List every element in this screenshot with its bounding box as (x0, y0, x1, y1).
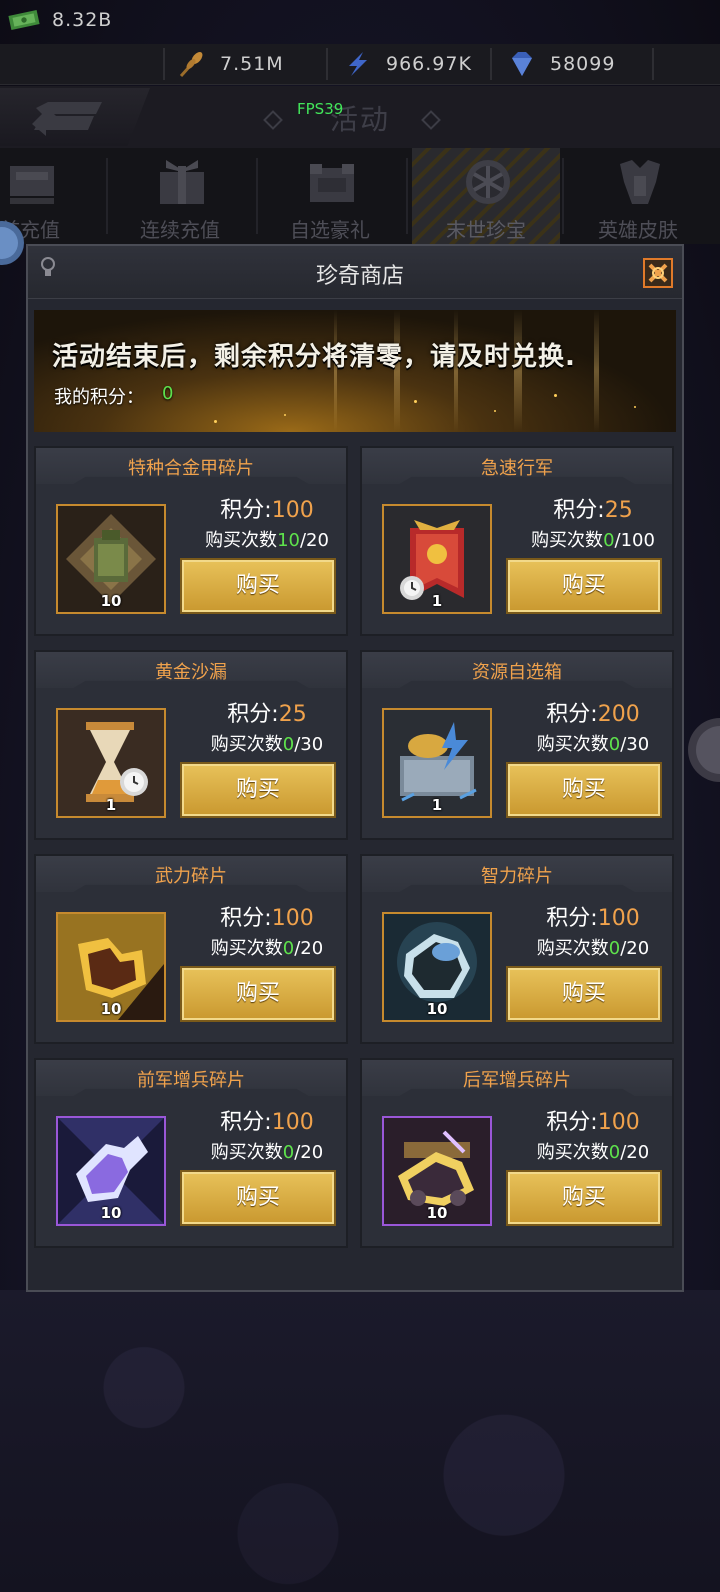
tab-hero-skin[interactable]: 英雄皮肤 (564, 148, 712, 244)
tab-label: 连续充值 (140, 218, 220, 242)
item-icon-frame[interactable]: 10 (382, 1116, 492, 1226)
wheat-value: 7.51M (220, 53, 284, 75)
item-purchase-limit: 购买次数0/20 (210, 938, 324, 959)
buy-button[interactable]: 购买 (180, 762, 336, 818)
item-icon-frame[interactable]: 1 (382, 708, 492, 818)
diamond-icon (504, 51, 540, 77)
item-purchase-limit: 购买次数0/30 (536, 734, 650, 755)
notice-text: 活动结束后，剩余积分将清零，请及时兑换. (52, 342, 576, 372)
close-icon (643, 258, 673, 288)
resource-diamond: 58099 (504, 44, 615, 84)
shop-item-card: 黄金沙漏 1 积分:25 购买次数0/30 购买 (34, 650, 348, 840)
item-icon-frame[interactable]: 1 (56, 708, 166, 818)
box-icon (306, 156, 358, 208)
item-price: 积分:100 (220, 906, 314, 931)
item-quantity: 10 (426, 1204, 448, 1222)
side-tab-icon (684, 714, 720, 786)
tab-label: 末世珍宝 (446, 218, 526, 242)
item-name: 资源自选箱 (472, 662, 562, 683)
divider (326, 48, 328, 80)
item-name: 特种合金甲碎片 (128, 458, 254, 479)
shop-item-card: 后军增兵碎片 10 积分:100 购买次数0/20 购买 (360, 1058, 674, 1248)
wheat-icon (174, 51, 210, 78)
item-icon-frame[interactable]: 10 (382, 912, 492, 1022)
buy-button[interactable]: 购买 (180, 966, 336, 1022)
item-purchase-limit: 购买次数0/30 (210, 734, 324, 755)
item-icon-frame[interactable]: 10 (56, 504, 166, 614)
energy-value: 966.97K (386, 53, 472, 75)
item-quantity: 1 (105, 796, 117, 814)
tab-continuous-recharge[interactable]: 连续充值 (106, 148, 254, 244)
wheel-icon (462, 156, 514, 208)
my-points-value: 0 (162, 383, 174, 404)
item-price: 积分:100 (546, 1110, 640, 1135)
lightning-icon (340, 51, 376, 77)
buy-button[interactable]: 购买 (506, 966, 662, 1022)
buy-button[interactable]: 购买 (506, 558, 662, 614)
item-quantity: 10 (100, 1000, 122, 1018)
item-price: 积分:100 (220, 1110, 314, 1135)
item-purchase-limit: 购买次数0/100 (531, 530, 655, 551)
item-name: 智力碎片 (481, 866, 553, 887)
armor-icon (614, 156, 666, 208)
item-price: 积分:200 (546, 702, 640, 727)
my-points-label: 我的积分： (54, 387, 144, 408)
item-quantity: 1 (431, 796, 443, 814)
shop-item-card: 急速行军 1 积分:25 购买次数0/100 购买 (360, 446, 674, 636)
item-price: 积分:100 (220, 498, 314, 523)
resource-wheat: 7.51M (174, 44, 284, 84)
item-price: 积分:25 (553, 498, 633, 523)
shop-item-card: 特种合金甲碎片 10 积分:100 购买次数10/20 购买 (34, 446, 348, 636)
buy-button[interactable]: 购买 (180, 558, 336, 614)
item-name: 黄金沙漏 (155, 662, 227, 683)
divider (163, 48, 165, 80)
close-button[interactable] (641, 256, 675, 290)
item-name: 急速行军 (481, 458, 553, 479)
tab-optional-gift[interactable]: 自选豪礼 (256, 148, 404, 244)
item-quantity: 10 (426, 1000, 448, 1018)
shop-item-card: 智力碎片 10 积分:100 购买次数0/20 购买 (360, 854, 674, 1044)
dialog-title: 珍奇商店 (315, 264, 404, 289)
item-purchase-limit: 购买次数0/20 (210, 1142, 324, 1163)
cash-value: 8.32B (52, 9, 113, 31)
item-price: 积分:25 (227, 702, 307, 727)
background-decoration (0, 1300, 720, 1592)
gift-icon (156, 156, 208, 208)
shop-item-card: 前军增兵碎片 10 积分:100 购买次数0/20 购买 (34, 1058, 348, 1248)
shop-item-card: 武力碎片 10 积分:100 购买次数0/20 购买 (34, 854, 348, 1044)
shop-item-card: 资源自选箱 1 积分:200 购买次数0/30 购买 (360, 650, 674, 840)
item-purchase-limit: 购买次数10/20 (205, 530, 329, 551)
divider (652, 48, 654, 80)
item-name: 前军增兵碎片 (137, 1070, 245, 1091)
tab-label: 英雄皮肤 (598, 218, 678, 242)
buy-button[interactable]: 购买 (506, 1170, 662, 1226)
fps-counter: FPS39 (297, 100, 344, 118)
item-purchase-limit: 购买次数0/20 (536, 1142, 650, 1163)
item-icon-frame[interactable]: 1 (382, 504, 492, 614)
chest-icon (6, 156, 58, 208)
divider (490, 48, 492, 80)
item-icon-frame[interactable]: 10 (56, 912, 166, 1022)
item-quantity: 10 (100, 592, 122, 610)
item-purchase-limit: 购买次数0/20 (536, 938, 650, 959)
item-name: 武力碎片 (155, 866, 227, 887)
tab-doomsday-treasure[interactable]: 末世珍宝 (412, 148, 560, 244)
item-quantity: 10 (100, 1204, 122, 1222)
item-icon-frame[interactable]: 10 (56, 1116, 166, 1226)
buy-button[interactable]: 购买 (180, 1170, 336, 1226)
resource-energy: 966.97K (340, 44, 472, 84)
buy-button[interactable]: 购买 (506, 762, 662, 818)
diamond-value: 58099 (550, 53, 616, 75)
page-title: 活动 (329, 103, 390, 136)
divider (406, 158, 408, 234)
item-name: 后军增兵碎片 (463, 1070, 571, 1091)
cash-icon (6, 7, 42, 33)
tab-label: 自选豪礼 (290, 218, 370, 242)
item-quantity: 1 (431, 592, 443, 610)
item-price: 积分:100 (546, 906, 640, 931)
resource-cash: 8.32B (6, 0, 112, 40)
